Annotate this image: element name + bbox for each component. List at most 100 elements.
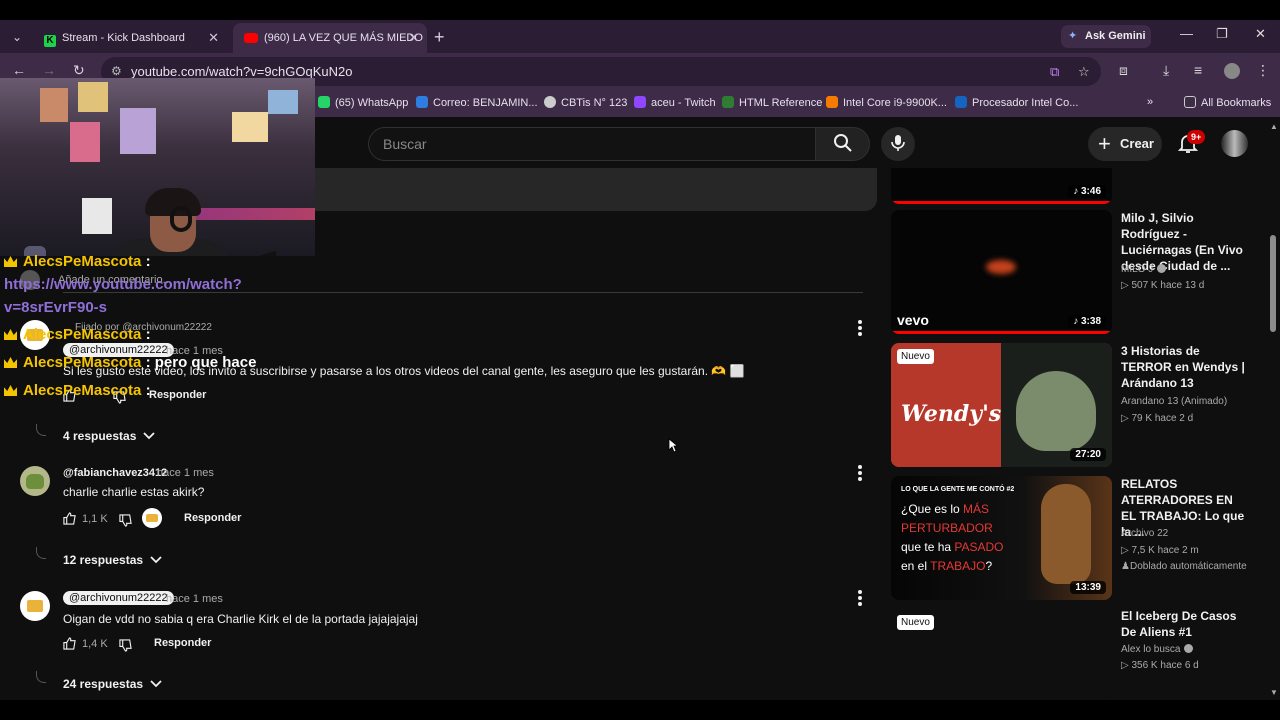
like-button[interactable]: 1,4 K	[63, 637, 108, 650]
video-channel[interactable]: Archivo 22	[1121, 528, 1168, 539]
comment-author[interactable]: @archivonum22222	[63, 591, 174, 605]
video-title[interactable]: El Iceberg De Casos De Aliens #1	[1121, 608, 1249, 640]
commenter-avatar[interactable]	[20, 591, 50, 621]
ask-gemini-button[interactable]: ✦ Ask Gemini	[1061, 25, 1151, 48]
video-channel[interactable]: MILO J	[1121, 264, 1167, 275]
tab-search-chevron-icon[interactable]: ⌄	[6, 26, 28, 48]
cast-icon[interactable]: ⧉	[1050, 57, 1059, 86]
video-thumbnail[interactable]: Wendy's Nuevo 27:20	[891, 343, 1112, 467]
tab-title: Stream - Kick Dashboard	[62, 32, 185, 44]
reply-button[interactable]: Responder	[184, 512, 241, 524]
creator-heart-avatar	[142, 508, 162, 528]
more-bookmarks-chevron-icon[interactable]: »	[1147, 96, 1153, 108]
duration-text: 3:38	[1080, 316, 1101, 327]
chat-username: AlecsPeMascota	[23, 354, 142, 371]
voice-search-button[interactable]	[881, 127, 915, 161]
bookmark-intel-i9[interactable]: Intel Core i9-9900K...	[826, 96, 947, 109]
reload-icon[interactable]: ↻	[73, 62, 85, 79]
bookmark-intel-procesador[interactable]: Procesador Intel Co...	[955, 96, 1078, 109]
like-button[interactable]: 1,1 K	[63, 512, 108, 525]
reply-button[interactable]: Responder	[149, 389, 206, 401]
close-window-icon[interactable]: ✕	[1255, 26, 1266, 42]
whatsapp-icon	[318, 96, 330, 108]
bookmark-label: CBTis N° 123	[561, 97, 628, 109]
media-controls-icon[interactable]: ≡	[1194, 62, 1202, 78]
thumb-text: PASADO	[954, 540, 1004, 554]
watch-progress-bar	[891, 201, 1112, 204]
download-icon[interactable]: ⤓	[1163, 62, 1169, 79]
comment-author[interactable]: @fabianchavez3412	[63, 467, 167, 479]
wendys-logo: Wendy's	[901, 401, 1002, 427]
bookmark-star-icon[interactable]: ☆	[1078, 57, 1090, 86]
reply-button[interactable]: Responder	[154, 637, 211, 649]
create-button[interactable]: + Crear	[1088, 127, 1162, 161]
view-replies-button[interactable]: 4 respuestas	[63, 429, 156, 443]
comment-time[interactable]: hace 1 mes	[166, 593, 223, 605]
video-meta: ▷ 7,5 K hace 2 m	[1121, 545, 1199, 556]
notification-count-badge: 9+	[1187, 130, 1206, 144]
video-title[interactable]: 3 Historias de TERROR en Wendys | Aránda…	[1121, 343, 1249, 391]
tab-bar: ⌄ K Stream - Kick Dashboard ✕ (960) LA VE…	[0, 20, 1280, 53]
page-scrollbar[interactable]	[1268, 117, 1280, 700]
bookmark-html-reference[interactable]: HTML Reference	[722, 96, 822, 109]
bookmark-whatsapp[interactable]: (65) WhatsApp	[318, 96, 408, 109]
scroll-up-arrow-icon[interactable]: ▲	[1270, 122, 1278, 131]
video-thumbnail[interactable]: vevo ♪ 3:38	[891, 210, 1112, 334]
tab-kick-dashboard[interactable]: K Stream - Kick Dashboard ✕	[33, 23, 227, 53]
bookmark-label: Intel Core i9-9900K...	[843, 97, 947, 109]
crown-badge-icon	[4, 329, 17, 340]
dislike-button[interactable]	[119, 514, 132, 532]
bookmark-correo[interactable]: Correo: BENJAMIN...	[416, 96, 538, 109]
wall-poster	[232, 112, 268, 142]
new-badge: Nuevo	[897, 615, 934, 630]
bookmark-twitch[interactable]: aceu - Twitch	[634, 96, 716, 109]
crown-badge-icon	[4, 385, 17, 396]
close-tab-icon[interactable]: ✕	[208, 23, 219, 53]
plus-icon: +	[1098, 131, 1111, 156]
extensions-puzzle-icon[interactable]: ⧈	[1119, 62, 1128, 79]
video-channel[interactable]: Arandano 13 (Animado)	[1121, 396, 1227, 407]
back-arrow-icon[interactable]: ←	[12, 62, 26, 78]
video-thumbnail[interactable]: LO QUE LA GENTE ME CONTÓ #2 ¿Que es lo M…	[891, 476, 1112, 600]
video-channel[interactable]: Alex lo busca	[1121, 644, 1194, 655]
minimize-icon[interactable]: —	[1180, 26, 1193, 41]
restore-icon[interactable]: ❐	[1216, 26, 1228, 42]
new-tab-plus-icon[interactable]: +	[434, 24, 445, 50]
wall-poster	[120, 108, 156, 154]
create-label: Crear	[1120, 136, 1154, 151]
all-bookmarks[interactable]: All Bookmarks	[1184, 96, 1271, 109]
dislike-button[interactable]	[119, 639, 132, 657]
kebab-menu-icon[interactable]: ⋮	[1256, 62, 1270, 79]
scrollbar-thumb[interactable]	[1270, 235, 1276, 332]
video-thumbnail[interactable]: Nuevo	[891, 609, 1112, 700]
view-replies-button[interactable]: 12 respuestas	[63, 553, 163, 567]
forward-arrow-icon[interactable]: →	[42, 62, 56, 78]
video-thumbnail[interactable]: ♪ 3:46	[891, 168, 1112, 204]
bookmark-cbtis[interactable]: CBTis N° 123	[544, 96, 627, 109]
comment-time[interactable]: hace 1 mes	[157, 467, 214, 479]
globe-icon	[544, 96, 556, 108]
mask-face	[1041, 484, 1091, 584]
scroll-down-arrow-icon[interactable]: ▼	[1270, 688, 1278, 697]
channel-name: Alex lo busca	[1121, 644, 1181, 655]
verified-check-icon	[1157, 264, 1167, 273]
search-button[interactable]	[815, 127, 870, 161]
kick-favicon-icon: K	[44, 35, 56, 47]
profile-avatar-icon[interactable]	[1224, 63, 1240, 79]
video-meta: ▷ 79 K hace 2 d	[1121, 413, 1194, 424]
close-tab-icon[interactable]: ✕	[408, 23, 419, 53]
view-replies-button[interactable]: 24 respuestas	[63, 677, 163, 691]
thumb-text: MÁS	[963, 502, 990, 516]
gemini-sparkle-icon: ✦	[1068, 30, 1078, 42]
bookmark-label: aceu - Twitch	[651, 97, 716, 109]
tab-youtube-video[interactable]: (960) LA VEZ QUE MÁS MIEDO ✕	[233, 23, 427, 53]
search-input[interactable]: Buscar	[368, 127, 815, 161]
comment-menu-icon[interactable]	[858, 465, 862, 481]
comment-menu-icon[interactable]	[858, 590, 862, 606]
chat-username: AlecsPeMascota	[23, 253, 142, 270]
commenter-avatar[interactable]	[20, 466, 50, 496]
comment-menu-icon[interactable]	[858, 320, 862, 336]
new-badge: Nuevo	[897, 349, 934, 364]
microphone-icon	[891, 135, 905, 151]
account-avatar[interactable]	[1221, 130, 1248, 157]
